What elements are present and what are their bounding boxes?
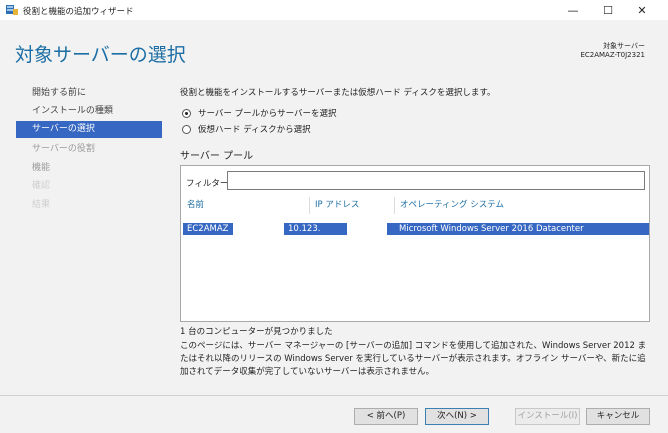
nav-item-installation-type[interactable]: インストールの種類 xyxy=(16,103,162,120)
maximize-icon[interactable]: ☐ xyxy=(592,0,624,20)
close-icon[interactable]: ✕ xyxy=(626,0,658,20)
cell-operating-system[interactable]: Microsoft Windows Server 2016 Datacenter xyxy=(387,223,649,235)
server-list-notice: このページには、サーバー マネージャーの [サーバーの追加] コマンドを使用して… xyxy=(180,341,647,377)
previous-button[interactable]: < 前へ(P) xyxy=(354,408,418,425)
nav-item-before-you-begin[interactable]: 開始する前に xyxy=(16,85,162,102)
nav-item-confirmation: 確認 xyxy=(32,181,51,191)
install-button: インストール(I) xyxy=(515,408,580,425)
radio-button-unchecked[interactable] xyxy=(182,124,191,134)
wizard-header: 対象サーバーの選択 対象サーバー EC2AMAZ-T0J2321 xyxy=(0,20,668,70)
cell-server-name[interactable]: EC2AMAZ xyxy=(183,223,233,235)
destination-server-value: EC2AMAZ-T0J2321 xyxy=(580,51,645,59)
radio-server-pool[interactable]: サーバー プールからサーバーを選択 xyxy=(182,107,337,119)
cancel-button[interactable]: キャンセル xyxy=(586,408,650,425)
nav-item-server-selection[interactable]: サーバーの選択 xyxy=(16,121,162,138)
radio-virtual-hard-disk[interactable]: 仮想ハード ディスクから選択 xyxy=(182,123,311,135)
next-button[interactable]: 次へ(N) > xyxy=(425,408,489,425)
title-bar: 役割と機能の追加ウィザード — ☐ ✕ xyxy=(0,0,668,20)
page-title: 対象サーバーの選択 xyxy=(15,44,186,66)
column-header-operating-system[interactable]: オペレーティング システム xyxy=(396,197,648,214)
window-title: 役割と機能の追加ウィザード xyxy=(23,7,134,17)
minimize-icon[interactable]: — xyxy=(557,0,589,20)
cell-ip-address[interactable]: 10.123. xyxy=(284,223,347,235)
nav-item-server-roles[interactable]: サーバーの役割 xyxy=(16,141,162,158)
filter-label: フィルター: xyxy=(186,179,232,189)
column-header-ip-address[interactable]: IP アドレス xyxy=(311,197,395,214)
instruction-text: 役割と機能をインストールするサーバーまたは仮想ハード ディスクを選択します。 xyxy=(180,88,496,98)
server-pool-heading: サーバー プール xyxy=(180,151,254,162)
nav-item-results: 結果 xyxy=(32,200,51,210)
radio-vhd-label: 仮想ハード ディスクから選択 xyxy=(198,125,311,135)
radio-server-pool-label: サーバー プールからサーバーを選択 xyxy=(198,109,337,119)
radio-button-checked[interactable] xyxy=(182,108,191,118)
filter-input[interactable] xyxy=(227,171,645,190)
column-header-name[interactable]: 名前 xyxy=(183,197,310,214)
server-manager-icon xyxy=(6,5,18,15)
computers-found-text: 1 台のコンピューターが見つかりました xyxy=(180,327,333,337)
nav-item-features[interactable]: 機能 xyxy=(16,160,162,177)
destination-server-label: 対象サーバー xyxy=(603,42,645,50)
